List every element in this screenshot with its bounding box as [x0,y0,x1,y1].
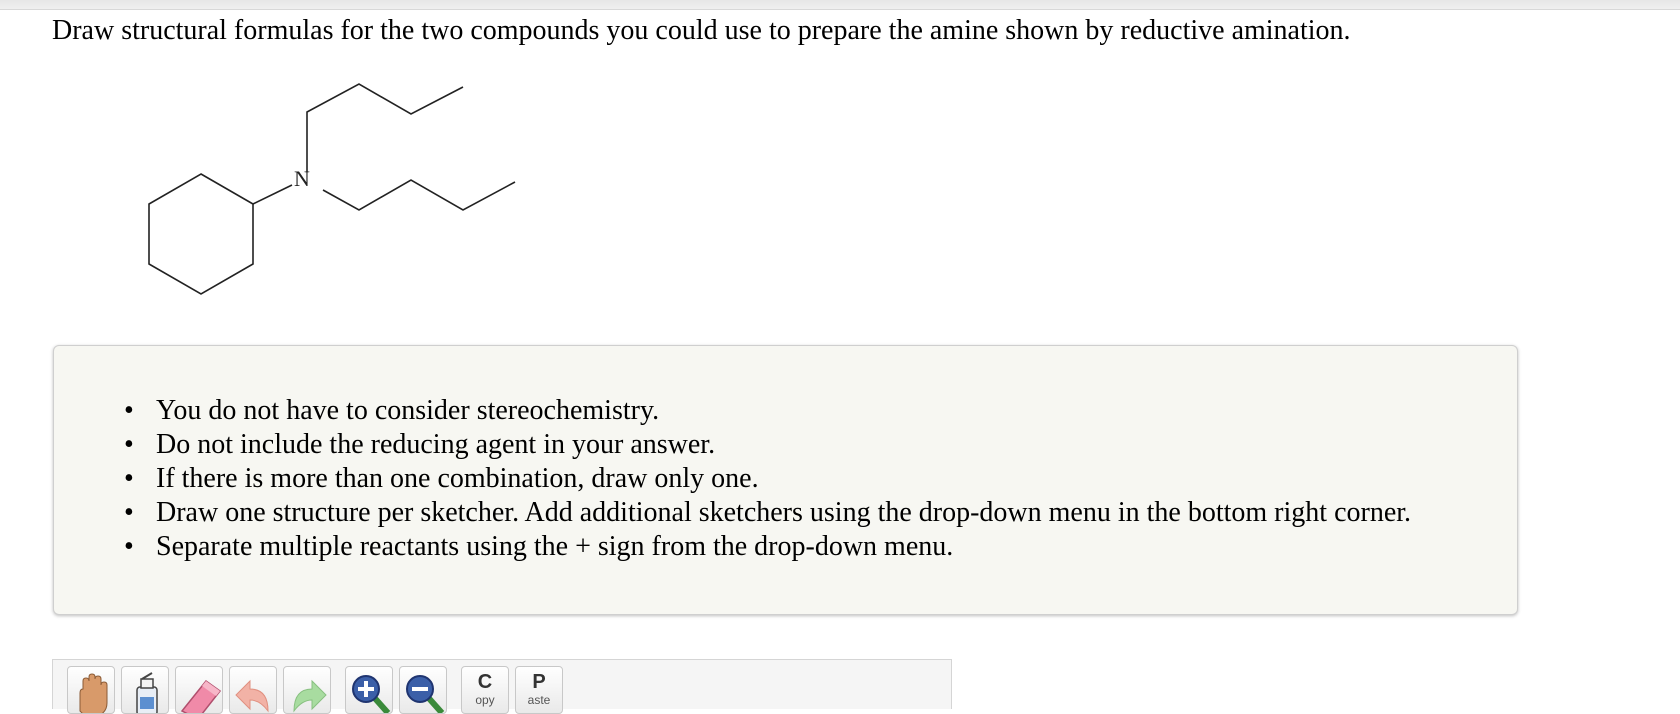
top-divider [0,0,1680,10]
instruction-item: Draw one structure per sketcher. Add add… [124,496,1411,530]
copy-button[interactable]: C opy [461,666,509,714]
eraser-icon [180,679,222,713]
instruction-item: You do not have to consider stereochemis… [124,394,1411,428]
question-text: Draw structural formulas for the two com… [52,15,1351,46]
clean-tool-button[interactable] [121,666,169,714]
zoom-out-button[interactable] [399,666,447,714]
zoom-in-icon [352,675,391,713]
cyclohexane-ring [148,173,254,295]
instruction-item: Do not include the reducing agent in you… [124,428,1411,462]
zoom-out-icon [406,675,445,713]
hand-icon [79,673,108,713]
paste-button[interactable]: P aste [515,666,563,714]
instruction-item: Separate multiple reactants using the + … [124,530,1411,564]
paste-button-label: aste [527,693,551,707]
copy-button-label: opy [475,693,495,707]
copy-button-letter: C [477,671,493,693]
instruction-item: If there is more than one combination, d… [124,462,1411,496]
instructions-box: You do not have to consider stereochemis… [53,345,1518,615]
hand-tool-button[interactable] [67,666,115,714]
zoom-in-button[interactable] [345,666,393,714]
paste-button-letter: P [532,671,546,693]
eraser-bottle-icon [136,672,158,713]
undo-icon [235,679,269,713]
undo-button[interactable] [229,666,277,714]
amine-structure: N [148,83,516,295]
redo-button[interactable] [283,666,331,714]
redo-icon [293,679,327,713]
erase-tool-button[interactable] [175,666,223,714]
instructions-list: You do not have to consider stereochemis… [124,394,1411,564]
